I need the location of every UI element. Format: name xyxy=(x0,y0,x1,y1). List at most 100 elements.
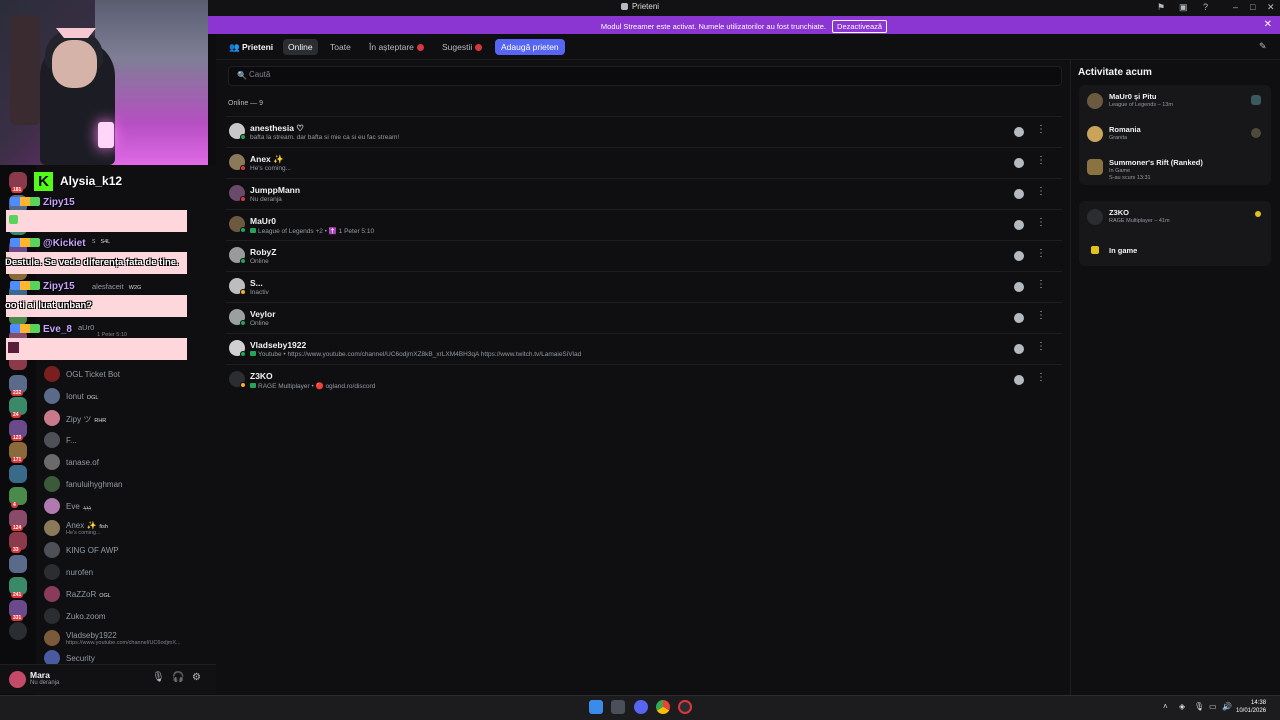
server-icon[interactable] xyxy=(9,464,27,483)
friend-row[interactable]: MaUr0 League of Legends +2 • ✝️ 1 Peter 5… xyxy=(226,209,1062,240)
chevron-up-icon[interactable]: ˄ xyxy=(1163,702,1168,711)
server-icon[interactable]: 24 xyxy=(9,397,27,418)
more-options-icon[interactable]: ⋮ xyxy=(1036,186,1046,197)
headphones-icon[interactable]: 🎧 xyxy=(172,672,184,683)
tab-online[interactable]: Online xyxy=(283,39,318,55)
message-icon[interactable] xyxy=(1014,158,1024,168)
friends-icon: 👥 xyxy=(229,42,242,52)
dm-list-item[interactable]: KING OF AWP xyxy=(44,541,212,559)
chrome-icon[interactable] xyxy=(656,700,670,714)
server-icon[interactable]: 124 xyxy=(9,509,27,531)
file-explorer-icon[interactable] xyxy=(611,700,625,714)
more-options-icon[interactable]: ⋮ xyxy=(1036,372,1046,383)
help-icon[interactable]: ? xyxy=(1203,2,1208,12)
dm-list-item[interactable]: Anex ✨ fish He's coming... xyxy=(44,519,212,537)
friend-name: anesthesia ♡ xyxy=(250,123,304,133)
dm-list-item[interactable]: fanuluihyghman xyxy=(44,475,212,493)
clock[interactable]: 14:38 10/01/2026 xyxy=(1236,699,1266,715)
friend-row[interactable]: RobyZ Online ⋮ xyxy=(226,240,1062,271)
obs-icon[interactable] xyxy=(678,700,692,714)
mic-icon[interactable]: 🎙 xyxy=(152,672,165,683)
tab-all[interactable]: Toate xyxy=(325,39,356,55)
activity-card[interactable]: MaUr0 și Pitu League of Legends – 13m Ro… xyxy=(1079,85,1271,185)
friend-row[interactable]: S... Inactiv ⋮ xyxy=(226,271,1062,302)
server-icon[interactable]: 123 xyxy=(9,419,27,441)
message-icon[interactable] xyxy=(1014,282,1024,292)
settings-gear-icon[interactable]: ⚙ xyxy=(192,672,201,683)
inbox-icon[interactable]: ⚑ xyxy=(1157,2,1165,13)
volume-icon[interactable]: 🔊 xyxy=(1222,702,1232,711)
dm-list-item[interactable]: tanase.of xyxy=(44,453,212,471)
friend-row[interactable]: Vladseby1922 Youtube • https://www.youtub… xyxy=(226,333,1062,364)
message-icon[interactable] xyxy=(1014,375,1024,385)
message-icon[interactable] xyxy=(1014,127,1024,137)
more-options-icon[interactable]: ⋮ xyxy=(1036,155,1046,166)
search-bar: 🔍 xyxy=(228,66,1062,86)
more-options-icon[interactable]: ⋮ xyxy=(1036,248,1046,259)
server-icon[interactable]: 4 xyxy=(9,487,27,508)
dm-partial[interactable]: s S4L xyxy=(92,238,110,245)
friend-name: Vladseby1922 xyxy=(250,340,307,350)
dm-list-item[interactable]: Zipy ツ RHR xyxy=(44,409,212,427)
server-icon[interactable]: 232 xyxy=(9,374,27,396)
network-tray-icon[interactable]: ◈ xyxy=(1179,702,1185,711)
status-indicator xyxy=(240,196,246,202)
friend-row[interactable]: Anex ✨ He's coming... ⋮ xyxy=(226,147,1062,178)
add-friend-button[interactable]: Adaugă prieten xyxy=(495,39,565,55)
monitor-tray-icon[interactable]: ▭ xyxy=(1209,702,1217,711)
game-controller-icon xyxy=(250,228,256,233)
maximize-icon[interactable]: □ xyxy=(1250,2,1255,12)
disable-streamer-mode-button[interactable]: Dezactivează xyxy=(832,20,888,33)
message-icon[interactable] xyxy=(1014,313,1024,323)
dm-list-item[interactable]: Eve ܔܔܔ xyxy=(44,497,212,515)
dm-partial[interactable]: alesfaceit W2G xyxy=(92,282,141,291)
server-icon[interactable]: 181 xyxy=(9,172,27,193)
server-icon[interactable]: 33 xyxy=(9,532,27,553)
mic-tray-icon[interactable]: 🎙 xyxy=(1194,702,1204,711)
activity-card[interactable]: Z3KO RAGE Multiplayer – 41m In game xyxy=(1079,201,1271,266)
dm-name: tanase.of xyxy=(66,458,99,467)
dm-partial[interactable]: aUr0 xyxy=(78,323,94,332)
screen-icon[interactable]: ▣ xyxy=(1179,2,1188,13)
dm-list-item[interactable]: F... xyxy=(44,431,212,449)
avatar[interactable] xyxy=(9,671,26,688)
message-icon[interactable] xyxy=(1014,189,1024,199)
server-icon[interactable] xyxy=(9,554,27,573)
friend-row[interactable]: JumppMann Nu deranja ⋮ xyxy=(226,178,1062,209)
chat-message: oo ti ai luat unban? xyxy=(5,300,93,311)
dm-list-item[interactable]: RaZZoR OGL xyxy=(44,585,212,603)
friend-name: Anex ✨ xyxy=(250,154,284,164)
message-icon[interactable] xyxy=(1014,251,1024,261)
dm-partial-sub: 1 Peter 5:10 xyxy=(97,332,127,338)
more-options-icon[interactable]: ⋮ xyxy=(1036,310,1046,321)
friend-row[interactable]: Veylor Online ⋮ xyxy=(226,302,1062,333)
more-options-icon[interactable]: ⋮ xyxy=(1036,217,1046,228)
start-icon[interactable] xyxy=(589,700,603,714)
new-group-dm-icon[interactable]: ✎ xyxy=(1259,41,1267,52)
kick-logo-icon: K xyxy=(34,172,53,191)
dm-list-item[interactable]: OGL Ticket Bot xyxy=(44,365,212,383)
dm-list-item[interactable]: Zuko.zoom xyxy=(44,607,212,625)
message-icon[interactable] xyxy=(1014,344,1024,354)
add-server-icon[interactable] xyxy=(9,622,27,640)
friend-row[interactable]: anesthesia ♡ bafta la stream. dar bafta s… xyxy=(226,116,1062,147)
minimize-icon[interactable]: – xyxy=(1233,2,1238,12)
server-icon[interactable]: 171 xyxy=(9,442,27,463)
chat-user: @Kickiet xyxy=(10,238,86,249)
more-options-icon[interactable]: ⋮ xyxy=(1036,279,1046,290)
dm-list-item[interactable]: Ionut OGL xyxy=(44,387,212,405)
friend-row[interactable]: Z3KO RAGE Multiplayer • 🔴 ogland.ro/disco… xyxy=(226,364,1062,395)
message-icon[interactable] xyxy=(1014,220,1024,230)
more-options-icon[interactable]: ⋮ xyxy=(1036,341,1046,352)
dm-list-item[interactable]: Vladseby1922 https://www.youtube.com/chan… xyxy=(44,629,212,647)
banner-close-icon[interactable]: ✕ xyxy=(1264,19,1272,30)
more-options-icon[interactable]: ⋮ xyxy=(1036,124,1046,135)
close-window-icon[interactable]: ✕ xyxy=(1267,2,1275,13)
tab-pending[interactable]: În așteptare xyxy=(364,39,429,55)
server-icon[interactable]: 241 xyxy=(9,577,27,598)
tab-suggestions[interactable]: Sugestii xyxy=(437,39,487,55)
server-icon[interactable]: 331 xyxy=(9,599,27,621)
dm-list-item[interactable]: nurofen xyxy=(44,563,212,581)
discord-icon[interactable] xyxy=(634,700,648,714)
search-input[interactable] xyxy=(249,70,1029,79)
